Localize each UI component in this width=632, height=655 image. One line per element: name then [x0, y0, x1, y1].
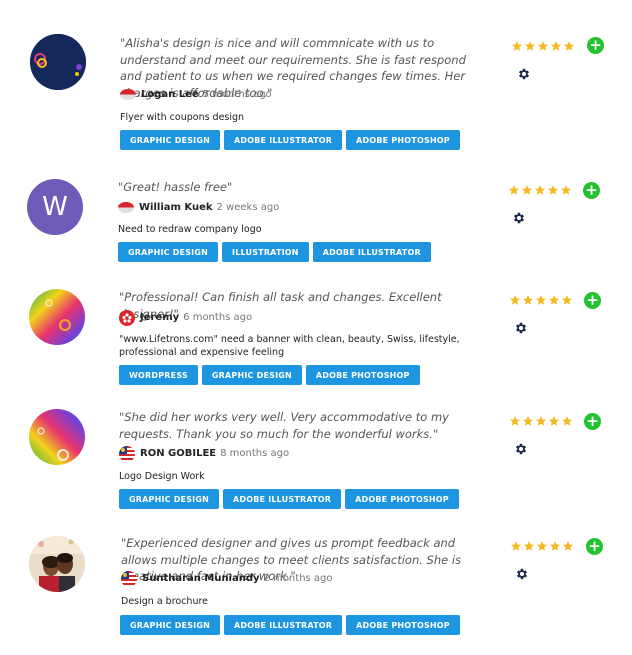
review-time: 6 months ago	[183, 312, 253, 323]
reviewer-avatar	[29, 536, 85, 592]
skill-tag[interactable]: GRAPHIC DESIGN	[120, 615, 221, 635]
star-icon	[549, 295, 559, 305]
skill-tag[interactable]: ADOBE ILLUSTRATOR	[224, 615, 343, 635]
star-icon	[512, 41, 522, 51]
star-icon	[538, 41, 548, 51]
project-title: "www.Lifetrons.com" need a banner with c…	[119, 334, 460, 358]
star-icon	[562, 295, 572, 305]
review-quote: "Great! hassle free"	[118, 180, 233, 194]
star-icon	[537, 541, 547, 551]
star-icon	[510, 416, 520, 426]
review-card: "She did her works very well. Very accom…	[0, 405, 632, 515]
review-quote: "She did her works very well. Very accom…	[119, 410, 449, 441]
star-icon	[549, 416, 559, 426]
skill-tags: GRAPHIC DESIGN ADOBE ILLUSTRATOR ADOBE P…	[120, 130, 460, 150]
star-icon	[536, 416, 546, 426]
star-icon	[548, 185, 558, 195]
gear-icon[interactable]	[514, 321, 528, 335]
star-icon	[551, 41, 561, 51]
star-icon	[564, 41, 574, 51]
gear-icon[interactable]	[512, 211, 526, 225]
star-rating	[510, 540, 574, 552]
gear-icon[interactable]	[515, 567, 529, 581]
reviewer-info: Suntharan Muniandy 2 months ago	[121, 571, 333, 587]
star-icon	[523, 295, 533, 305]
skill-tags: GRAPHIC DESIGN ILLUSTRATION ADOBE ILLUST…	[118, 242, 431, 262]
review-card: "Professional! Can finish all task and c…	[0, 285, 632, 395]
star-icon	[562, 416, 572, 426]
reviewer-avatar	[30, 34, 86, 90]
gear-icon[interactable]	[514, 442, 528, 456]
reviewer-avatar	[29, 289, 85, 345]
star-icon	[536, 295, 546, 305]
malaysia-flag-icon	[119, 446, 135, 462]
review-time: 5 months ago	[202, 89, 272, 100]
star-icon	[522, 185, 532, 195]
reviewer-info: Jeremy 6 months ago	[119, 310, 253, 326]
skill-tag[interactable]: ADOBE PHOTOSHOP	[305, 365, 420, 385]
star-icon	[525, 41, 535, 51]
skill-tags: GRAPHIC DESIGN ADOBE ILLUSTRATOR ADOBE P…	[119, 489, 459, 509]
skill-tag[interactable]: WORDPRESS	[119, 365, 198, 385]
add-button[interactable]: +	[584, 413, 601, 430]
skill-tag[interactable]: ADOBE ILLUSTRATOR	[224, 130, 343, 150]
add-button[interactable]: +	[584, 292, 601, 309]
reviewer-name[interactable]: RON GOBILEE	[140, 448, 216, 459]
reviewer-avatar: W	[27, 179, 83, 235]
project-title: Logo Design Work	[119, 471, 205, 482]
reviewer-name[interactable]: Logan Lee	[141, 89, 199, 100]
project-title: Need to redraw company logo	[118, 224, 262, 235]
star-icon	[563, 541, 573, 551]
reviewer-avatar	[29, 409, 85, 465]
skill-tag[interactable]: GRAPHIC DESIGN	[120, 130, 221, 150]
skill-tags: WORDPRESS GRAPHIC DESIGN ADOBE PHOTOSHOP	[119, 365, 420, 385]
star-icon	[509, 185, 519, 195]
reviewer-name[interactable]: Jeremy	[140, 312, 179, 323]
review-card: "Experienced designer and gives us promp…	[0, 530, 632, 640]
hong-kong-flag-icon	[119, 310, 135, 326]
star-icon	[511, 541, 521, 551]
star-rating	[508, 184, 572, 196]
skill-tag[interactable]: ADOBE PHOTOSHOP	[345, 489, 459, 509]
star-icon	[535, 185, 545, 195]
review-time: 2 months ago	[263, 573, 333, 584]
skill-tag[interactable]: ADOBE PHOTOSHOP	[346, 130, 460, 150]
skill-tag[interactable]: GRAPHIC DESIGN	[119, 489, 220, 509]
project-title: Design a brochure	[121, 596, 209, 607]
reviewer-info: RON GOBILEE 8 months ago	[119, 446, 290, 462]
review-time: 8 months ago	[220, 448, 290, 459]
star-rating	[509, 294, 573, 306]
indonesia-flag-icon	[118, 202, 134, 213]
gear-icon[interactable]	[517, 67, 531, 81]
add-button[interactable]: +	[583, 182, 600, 199]
skill-tag[interactable]: ADOBE PHOTOSHOP	[346, 615, 460, 635]
review-card: W "Great! hassle free" William Kuek 2 we…	[0, 175, 632, 275]
reviewer-info: William Kuek 2 weeks ago	[118, 202, 279, 213]
malaysia-flag-icon	[121, 571, 137, 587]
review-card: "Alisha's design is nice and will commni…	[0, 0, 632, 160]
add-button[interactable]: +	[586, 538, 603, 555]
star-rating	[509, 415, 573, 427]
skill-tags: GRAPHIC DESIGN ADOBE ILLUSTRATOR ADOBE P…	[120, 615, 460, 635]
star-icon	[524, 541, 534, 551]
star-rating	[511, 40, 575, 52]
add-button[interactable]: +	[587, 37, 604, 54]
skill-tag[interactable]: ILLUSTRATION	[222, 242, 309, 262]
indonesia-flag-icon	[120, 89, 136, 100]
reviewer-name[interactable]: William Kuek	[139, 202, 213, 213]
skill-tag[interactable]: GRAPHIC DESIGN	[118, 242, 219, 262]
star-icon	[510, 295, 520, 305]
skill-tag[interactable]: ADOBE ILLUSTRATOR	[223, 489, 342, 509]
reviewer-info: Logan Lee 5 months ago	[120, 89, 272, 100]
star-icon	[561, 185, 571, 195]
star-icon	[550, 541, 560, 551]
reviewer-name[interactable]: Suntharan Muniandy	[142, 573, 260, 584]
project-title: Flyer with coupons design	[120, 112, 245, 123]
review-time: 2 weeks ago	[216, 202, 280, 213]
star-icon	[523, 416, 533, 426]
skill-tag[interactable]: ADOBE ILLUSTRATOR	[312, 242, 431, 262]
skill-tag[interactable]: GRAPHIC DESIGN	[201, 365, 302, 385]
